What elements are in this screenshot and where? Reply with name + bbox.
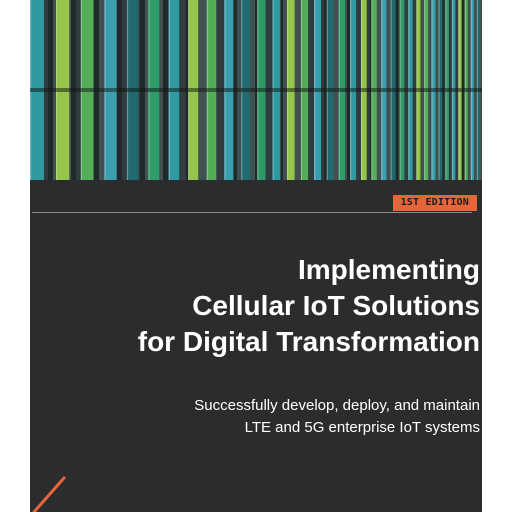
facade-image [30,0,482,180]
divider-line [32,212,472,213]
title-line: Implementing [297,254,480,285]
edition-badge: 1ST EDITION [392,195,477,211]
cover-photo [30,0,482,180]
title-line: Cellular IoT Solutions [192,290,480,321]
title-line: for Digital Transformation [137,326,480,357]
subtitle-line: LTE and 5G enterprise IoT systems [244,419,480,436]
book-cover: 1ST EDITION Implementing Cellular IoT So… [30,0,482,512]
accent-stroke [32,476,66,512]
subtitle-line: Successfully develop, deploy, and mainta… [194,397,480,414]
book-title: Implementing Cellular IoT Solutions for … [40,252,480,360]
book-subtitle: Successfully develop, deploy, and mainta… [40,395,480,439]
